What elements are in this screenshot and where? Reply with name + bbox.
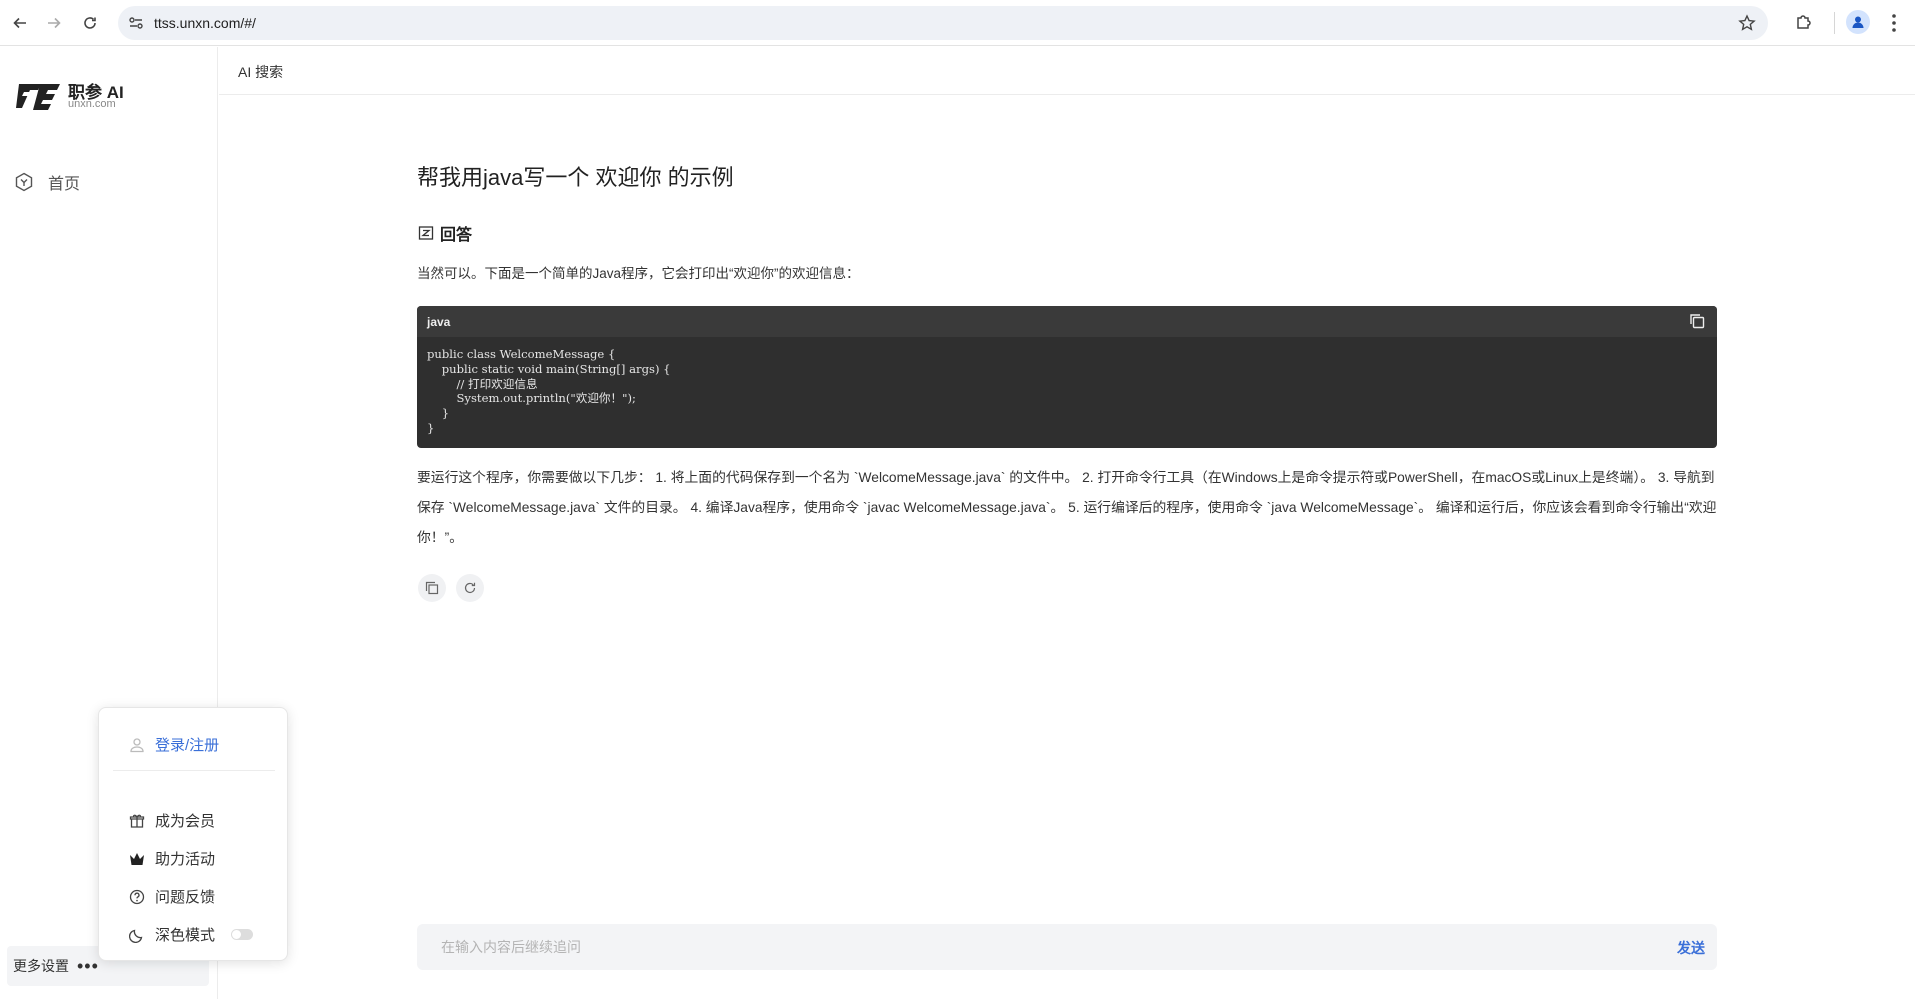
browser-menu-icon[interactable] [1890, 12, 1898, 34]
person-icon [1852, 16, 1864, 28]
question-icon [129, 889, 145, 904]
gift-icon [129, 814, 145, 828]
user-icon [130, 737, 144, 752]
site-settings-icon[interactable] [128, 15, 144, 31]
menu-item-activity[interactable]: 助力活动 [129, 848, 215, 869]
login-label: 登录/注册 [155, 737, 220, 754]
copy-answer-button[interactable] [418, 574, 446, 602]
toolbar-divider [1834, 12, 1835, 34]
reload-button[interactable] [78, 11, 102, 35]
more-settings-label: 更多设置 [13, 958, 69, 974]
regenerate-button[interactable] [456, 574, 484, 602]
answer-heading-label: 回答 [440, 227, 473, 244]
settings-popup-menu: 登录/注册 成为会员 助力活动 问题反馈 深色模式 [98, 707, 288, 961]
answer-intro: 当然可以。下面是一个简单的Java程序，它会打印出“欢迎你”的欢迎信息： [417, 266, 860, 281]
code-language: java [427, 315, 451, 329]
copy-code-icon[interactable] [1689, 313, 1705, 329]
menu-item-dark-mode[interactable]: 深色模式 [129, 924, 254, 945]
url-text[interactable]: ttss.unxn.com/#/ [154, 15, 256, 31]
reload-icon [84, 17, 96, 29]
menu-item-feedback[interactable]: 问题反馈 [129, 886, 215, 907]
answer-instructions: 要运行这个程序，你需要做以下几步： 1. 将上面的代码保存到一个名为 `Welc… [417, 470, 1717, 545]
answer-icon [418, 226, 434, 240]
arrow-left-icon [13, 17, 26, 29]
code-block: java public class WelcomeMessage { publi… [417, 306, 1717, 448]
code-content: public class WelcomeMessage { public sta… [427, 347, 671, 435]
refresh-icon [464, 582, 476, 594]
send-button[interactable]: 发送 [1677, 938, 1705, 958]
page-title: AI 搜索 [238, 64, 284, 80]
copy-icon [425, 581, 439, 595]
answer-actions [418, 574, 494, 602]
crown-icon [130, 852, 144, 865]
sidebar-item-home[interactable]: 首页 [14, 171, 80, 193]
extensions-puzzle-icon[interactable] [1794, 12, 1814, 32]
menu-item-label: 成为会员 [155, 813, 216, 830]
address-bar[interactable]: ttss.unxn.com/#/ [118, 6, 1768, 40]
user-question: 帮我用java写一个 欢迎你 的示例 [417, 165, 734, 190]
page-header: AI 搜索 [219, 47, 1915, 95]
brand-logo-icon[interactable] [16, 78, 62, 114]
menu-item-membership[interactable]: 成为会员 [129, 810, 215, 831]
back-button[interactable] [8, 11, 32, 35]
browser-toolbar: ttss.unxn.com/#/ [0, 0, 1915, 46]
menu-item-label: 助力活动 [155, 851, 216, 868]
more-dots-icon: ••• [77, 956, 99, 976]
home-hexagon-icon [15, 172, 33, 192]
answer-heading: 回答 [418, 221, 472, 245]
login-register-link[interactable]: 登录/注册 [129, 734, 219, 755]
followup-composer: 发送 [417, 924, 1717, 970]
dark-mode-toggle[interactable] [231, 929, 254, 940]
menu-divider [113, 770, 275, 771]
menu-item-label: 问题反馈 [155, 889, 216, 906]
arrow-right-icon [48, 17, 61, 29]
followup-input[interactable] [441, 936, 1591, 958]
sidebar-item-label: 首页 [48, 176, 81, 193]
profile-avatar[interactable] [1846, 10, 1870, 34]
menu-item-label: 深色模式 [155, 927, 216, 944]
code-block-header: java [417, 306, 1717, 337]
bookmark-star-icon[interactable] [1738, 14, 1756, 32]
brand-domain: unxn.com [68, 98, 116, 110]
moon-icon [129, 929, 143, 943]
forward-button[interactable] [42, 11, 66, 35]
